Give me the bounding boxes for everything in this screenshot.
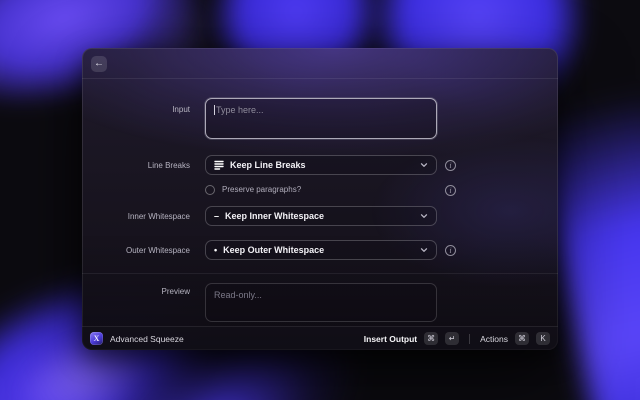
text-cursor xyxy=(214,105,215,115)
chevron-down-icon xyxy=(420,161,428,169)
preserve-paragraphs-label: Preserve paragraphs? xyxy=(222,185,301,194)
inner-whitespace-label: Inner Whitespace xyxy=(82,211,190,222)
raycast-window: ← Input Type here... Line Breaks Keep Li… xyxy=(82,48,558,350)
inner-whitespace-dropdown[interactable]: – Keep Inner Whitespace xyxy=(205,206,437,226)
preserve-paragraphs-row: Preserve paragraphs? xyxy=(205,184,301,195)
insert-output-button[interactable]: Insert Output xyxy=(364,334,417,344)
input-label: Input xyxy=(82,104,190,115)
actions-button[interactable]: Actions xyxy=(480,334,508,344)
inner-whitespace-value: Keep Inner Whitespace xyxy=(225,211,324,221)
line-breaks-label: Line Breaks xyxy=(82,160,190,171)
preserve-paragraphs-info-icon[interactable]: i xyxy=(445,185,456,196)
command-key-badge: ⌘ xyxy=(424,332,438,345)
input-field[interactable]: Type here... xyxy=(205,98,437,139)
back-button[interactable]: ← xyxy=(91,56,107,72)
return-key-badge: ↵ xyxy=(445,332,459,345)
line-breaks-value: Keep Line Breaks xyxy=(230,160,306,170)
preview-placeholder: Read-only... xyxy=(214,290,262,300)
action-bar: X Advanced Squeeze Insert Output ⌘ ↵ Act… xyxy=(82,326,558,350)
back-arrow-icon: ← xyxy=(94,58,104,69)
line-breaks-info-icon[interactable]: i xyxy=(445,160,456,171)
chevron-down-icon xyxy=(420,212,428,220)
window-header: ← xyxy=(82,48,558,79)
text-lines-icon xyxy=(214,160,224,170)
dash-icon: – xyxy=(214,211,219,221)
command-key-badge: ⌘ xyxy=(515,332,529,345)
chevron-down-icon xyxy=(420,246,428,254)
advanced-squeeze-app-icon: X xyxy=(90,332,103,345)
k-key-badge: K xyxy=(536,332,550,345)
dot-icon: • xyxy=(214,245,217,255)
outer-whitespace-dropdown[interactable]: • Keep Outer Whitespace xyxy=(205,240,437,260)
preserve-paragraphs-checkbox[interactable] xyxy=(205,185,215,195)
footer-divider xyxy=(469,334,470,344)
section-divider xyxy=(82,273,558,274)
preview-label: Preview xyxy=(82,286,190,297)
preview-field[interactable]: Read-only... xyxy=(205,283,437,322)
input-placeholder: Type here... xyxy=(216,105,264,115)
line-breaks-dropdown[interactable]: Keep Line Breaks xyxy=(205,155,437,175)
outer-whitespace-label: Outer Whitespace xyxy=(82,245,190,256)
outer-whitespace-info-icon[interactable]: i xyxy=(445,245,456,256)
outer-whitespace-value: Keep Outer Whitespace xyxy=(223,245,324,255)
app-name: Advanced Squeeze xyxy=(110,334,184,344)
